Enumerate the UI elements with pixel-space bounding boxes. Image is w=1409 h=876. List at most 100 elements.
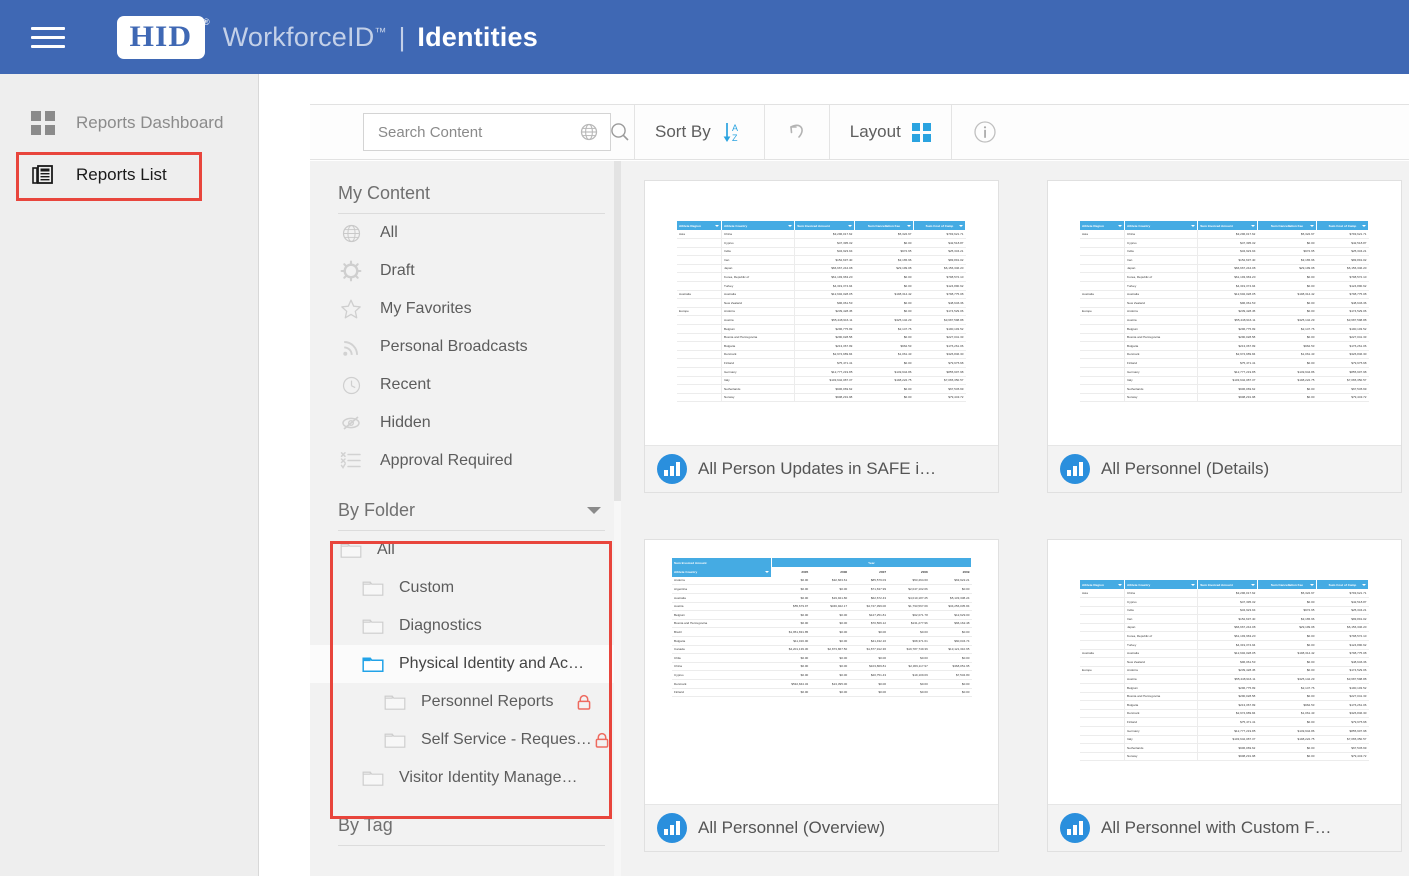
undo-icon[interactable] [785, 120, 809, 144]
thumb-row: Andorra $0.00 $32,663.61 $85,579.03 $53,264.… [672, 576, 972, 586]
report-card-title: All Personnel (Details) [1101, 459, 1270, 478]
thumb-row: Turkey $4,319,374.94 $0.00 $124,890.62 [1080, 281, 1369, 291]
folder-label: All [377, 541, 395, 558]
magnifier-icon[interactable] [609, 121, 631, 143]
thumb-row: Korea, Republic of $61,193,963.20 $0.00 $79… [1080, 272, 1369, 282]
hid-logo-text: HID [129, 19, 193, 53]
thumb-row: Bulgaria $11,016.00 $0.00 $41,432.16 $68,371… [672, 636, 972, 646]
folder-label: Personnel Reports [421, 693, 554, 710]
thumb-row: Germany $12,777,219.85 $149,944.86 $855,907… [1080, 726, 1369, 736]
report-card[interactable]: Athlete Region Athlete Country Sum Invoice… [1047, 180, 1402, 493]
report-card[interactable]: Athlete Region Athlete Country Sum Invoice… [1047, 539, 1402, 852]
thumb-row: Finland $75,471.41 $0.00 $79,975.68 [677, 358, 966, 368]
thumb-col-header: Athlete Region [1080, 221, 1126, 231]
search-input[interactable] [376, 122, 579, 142]
filter-item-recent[interactable]: Recent [310, 366, 621, 404]
sidebar-item-label: Reports List [76, 165, 167, 184]
folder-item-physical-identity-and-access[interactable]: Physical Identity and Ac… [310, 645, 621, 683]
by-folder-list: All Custom Diagnostics Physical Identity… [310, 531, 621, 797]
thumb-row: Denmark $2,974,989.84 $1,061.43 $326,846.30 [677, 350, 966, 360]
thumb-col-header: Athlete Region [677, 221, 723, 231]
filter-item-personal-broadcasts[interactable]: Personal Broadcasts [310, 328, 621, 366]
folder-item-diagnostics[interactable]: Diagnostics [310, 607, 621, 645]
header-section-title: Identities [417, 21, 538, 52]
info-icon[interactable] [972, 119, 998, 145]
thumb-row: Cyprus $47,395.32 $0.00 $42,518.87 [1080, 597, 1369, 607]
globe-icon[interactable] [579, 122, 599, 142]
folder-label: Visitor Identity Manage… [399, 769, 578, 786]
reports-list-icon [30, 162, 56, 188]
svg-text:A: A [732, 123, 738, 133]
clock-icon [338, 375, 364, 396]
thumbnail-detail-table: Athlete Region Athlete Country Sum Invoice… [1080, 580, 1370, 762]
thumb-row: Bulgaria $213,367.99 $962.53 $176,261.06 [677, 341, 966, 351]
report-card-footer: All Personnel (Details) [1048, 445, 1401, 492]
filter-item-approval-required[interactable]: Approval Required [310, 442, 621, 480]
thumb-row: Denmark $532,844.32 $13,395.00 $0.00 $0.00 $0… [672, 679, 972, 689]
hid-logo: HID ® [117, 15, 210, 59]
sidebar-item-label: Reports Dashboard [76, 113, 224, 132]
thumb-row: Finland $75,471.41 $0.00 $79,975.68 [1080, 717, 1369, 727]
thumb-row: Europe Andorra $239,428.45 $0.00 $174,529.06 [1080, 307, 1369, 317]
thumb-row: Japan $66,667,244.08 $29,199.08 $6,156,346.… [1080, 623, 1369, 633]
thumb-row-header: Athlete Country [672, 567, 772, 577]
thumb-row: Chile $0.00 $0.00 $0.00 $0.00 $0.00 [672, 653, 972, 663]
undo-button[interactable] [765, 105, 830, 159]
thumb-col-header: Sum Invoiced Amount [794, 221, 855, 231]
thumb-row: Bulgaria $213,367.99 $962.53 $176,261.06 [1080, 341, 1369, 351]
folder-icon [382, 693, 408, 711]
folder-item-self-service-requests[interactable]: Self Service - Reques… [310, 721, 621, 759]
by-folder-section-header[interactable]: By Folder [338, 480, 605, 531]
thumb-row: Asia China $3,296,017.62 $5,322.67 $793,621.… [1080, 589, 1369, 599]
thumb-row: Norway $908,291.98 $0.00 $79,443.72 [1080, 752, 1369, 762]
filter-panel-scrollbar-thumb[interactable] [614, 161, 621, 501]
content-toolbar: Sort By A Z Layout [310, 104, 1409, 160]
search-box[interactable] [363, 113, 629, 151]
thumb-row: Germany $12,777,219.85 $149,944.86 $855,907… [1080, 367, 1369, 377]
sort-by-button[interactable]: Sort By A Z [635, 105, 765, 159]
by-tag-section-header[interactable]: By Tag [338, 797, 605, 846]
report-thumbnail: Athlete Region Athlete Country Sum Invoice… [1048, 540, 1401, 805]
sort-az-icon[interactable]: A Z [722, 120, 744, 144]
filter-item-label: Personal Broadcasts [380, 338, 528, 355]
thumb-col-header: Sum Cost of Camp [913, 221, 967, 231]
thumb-col-header: Sum Cancellation Fee [1257, 221, 1317, 231]
folder-icon [338, 541, 364, 559]
info-button[interactable] [952, 105, 1018, 159]
my-content-list: All Draft My Favorites Personal Broadcas… [310, 214, 621, 480]
folder-item-all[interactable]: All [310, 531, 621, 569]
thumb-year-header: 2009 [929, 567, 972, 577]
sidebar-item-reports-dashboard[interactable]: Reports Dashboard [0, 100, 223, 146]
thumb-row: Norway $908,291.98 $0.00 $79,443.72 [1080, 393, 1369, 403]
thumb-row: Denmark $2,974,989.84 $1,061.43 $326,846.30 [1080, 709, 1369, 719]
report-card[interactable]: Sum Invoiced Amount Year Athlete Country 20… [644, 539, 999, 852]
thumb-row: Bulgaria $213,367.99 $962.53 $176,261.06 [1080, 700, 1369, 710]
folder-label: Diagnostics [399, 617, 482, 634]
thumb-col-header: Sum Cancellation Fee [1257, 580, 1317, 590]
sidebar-item-reports-list[interactable]: Reports List [0, 152, 167, 198]
grid-icon[interactable] [911, 122, 931, 142]
thumb-row: Korea, Republic of $61,193,963.20 $0.00 $79… [1080, 631, 1369, 641]
layout-button[interactable]: Layout [830, 105, 952, 159]
checklist-icon [338, 451, 364, 471]
thumb-row: Belgium $296,775.99 $2,147.76 $190,103.52 [677, 324, 966, 334]
thumb-row: Japan $66,667,244.08 $29,199.08 $6,156,346.… [1080, 264, 1369, 274]
thumbnail-detail-table: Athlete Region Athlete Country Sum Invoice… [1080, 221, 1370, 403]
folder-item-visitor-identity-management[interactable]: Visitor Identity Manage… [310, 759, 621, 797]
folder-item-personnel-reports[interactable]: Personnel Reports [310, 683, 621, 721]
report-card[interactable]: Athlete Region Athlete Country Sum Invoice… [644, 180, 999, 493]
filter-item-my-favorites[interactable]: My Favorites [310, 290, 621, 328]
thumb-row: New Zealand $96,061.53 $0.00 $48,646.36 [1080, 298, 1369, 308]
filter-item-draft[interactable]: Draft [310, 252, 621, 290]
thumb-col-header: Athlete Region [1080, 580, 1126, 590]
thumb-row: Denmark $2,974,989.84 $1,061.43 $326,846.30 [1080, 350, 1369, 360]
thumb-measure-header: Sum Invoiced Amount [672, 558, 772, 568]
folder-item-custom[interactable]: Custom [310, 569, 621, 607]
thumb-row: New Zealand $96,061.53 $0.00 $48,646.36 [1080, 657, 1369, 667]
filter-item-all[interactable]: All [310, 214, 621, 252]
report-card-title: All Personnel (Overview) [698, 818, 886, 837]
hamburger-menu-icon[interactable] [31, 24, 65, 50]
caret-down-icon[interactable] [587, 507, 601, 514]
filter-item-hidden[interactable]: Hidden [310, 404, 621, 442]
report-thumbnail: Sum Invoiced Amount Year Athlete Country 20… [645, 540, 998, 805]
